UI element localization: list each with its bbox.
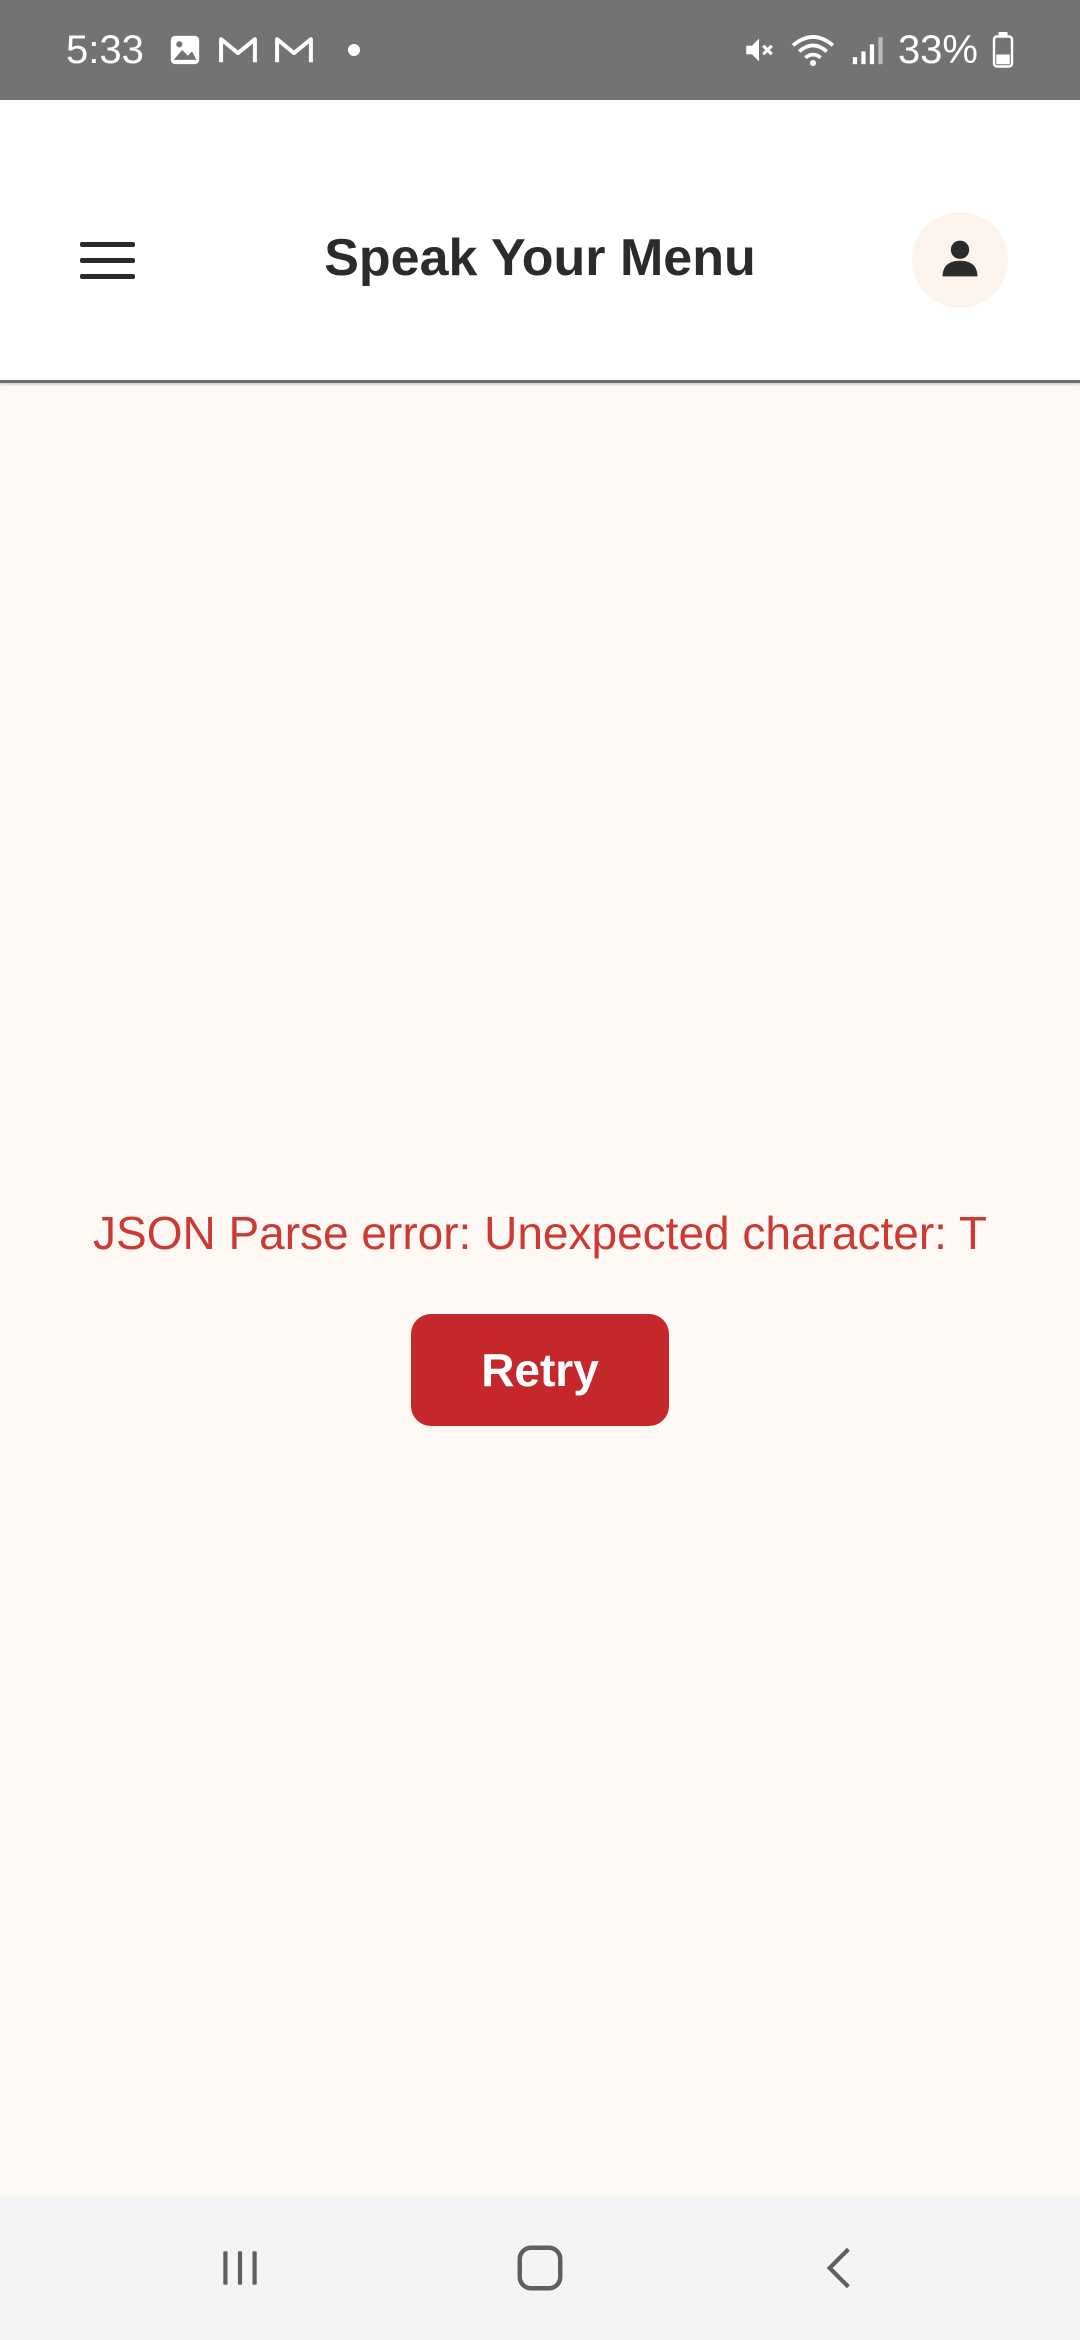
retry-button[interactable]: Retry (411, 1314, 669, 1426)
status-bar: 5:33 33% (0, 0, 1080, 100)
app-header: Speak Your Menu (0, 100, 1080, 383)
system-nav-bar (0, 2196, 1080, 2340)
back-icon[interactable] (780, 2218, 900, 2318)
signal-icon (850, 33, 884, 67)
gmail-icon (274, 34, 314, 66)
wifi-icon (790, 33, 836, 67)
recent-apps-icon[interactable] (180, 2218, 300, 2318)
gmail-icon (218, 34, 258, 66)
battery-icon (992, 32, 1014, 68)
status-right: 33% (742, 28, 1014, 73)
battery-percent: 33% (897, 27, 978, 72)
status-time: 5:33 (66, 27, 144, 72)
home-icon[interactable] (480, 2218, 600, 2318)
mute-icon (742, 33, 776, 67)
error-message: JSON Parse error: Unexpected character: … (93, 1207, 987, 1259)
person-icon (938, 236, 982, 285)
profile-button[interactable] (912, 212, 1008, 308)
image-icon (168, 33, 202, 67)
notification-dot-icon (347, 44, 360, 56)
main-content: JSON Parse error: Unexpected character: … (0, 386, 1080, 2196)
status-left: 5:33 (66, 28, 360, 73)
